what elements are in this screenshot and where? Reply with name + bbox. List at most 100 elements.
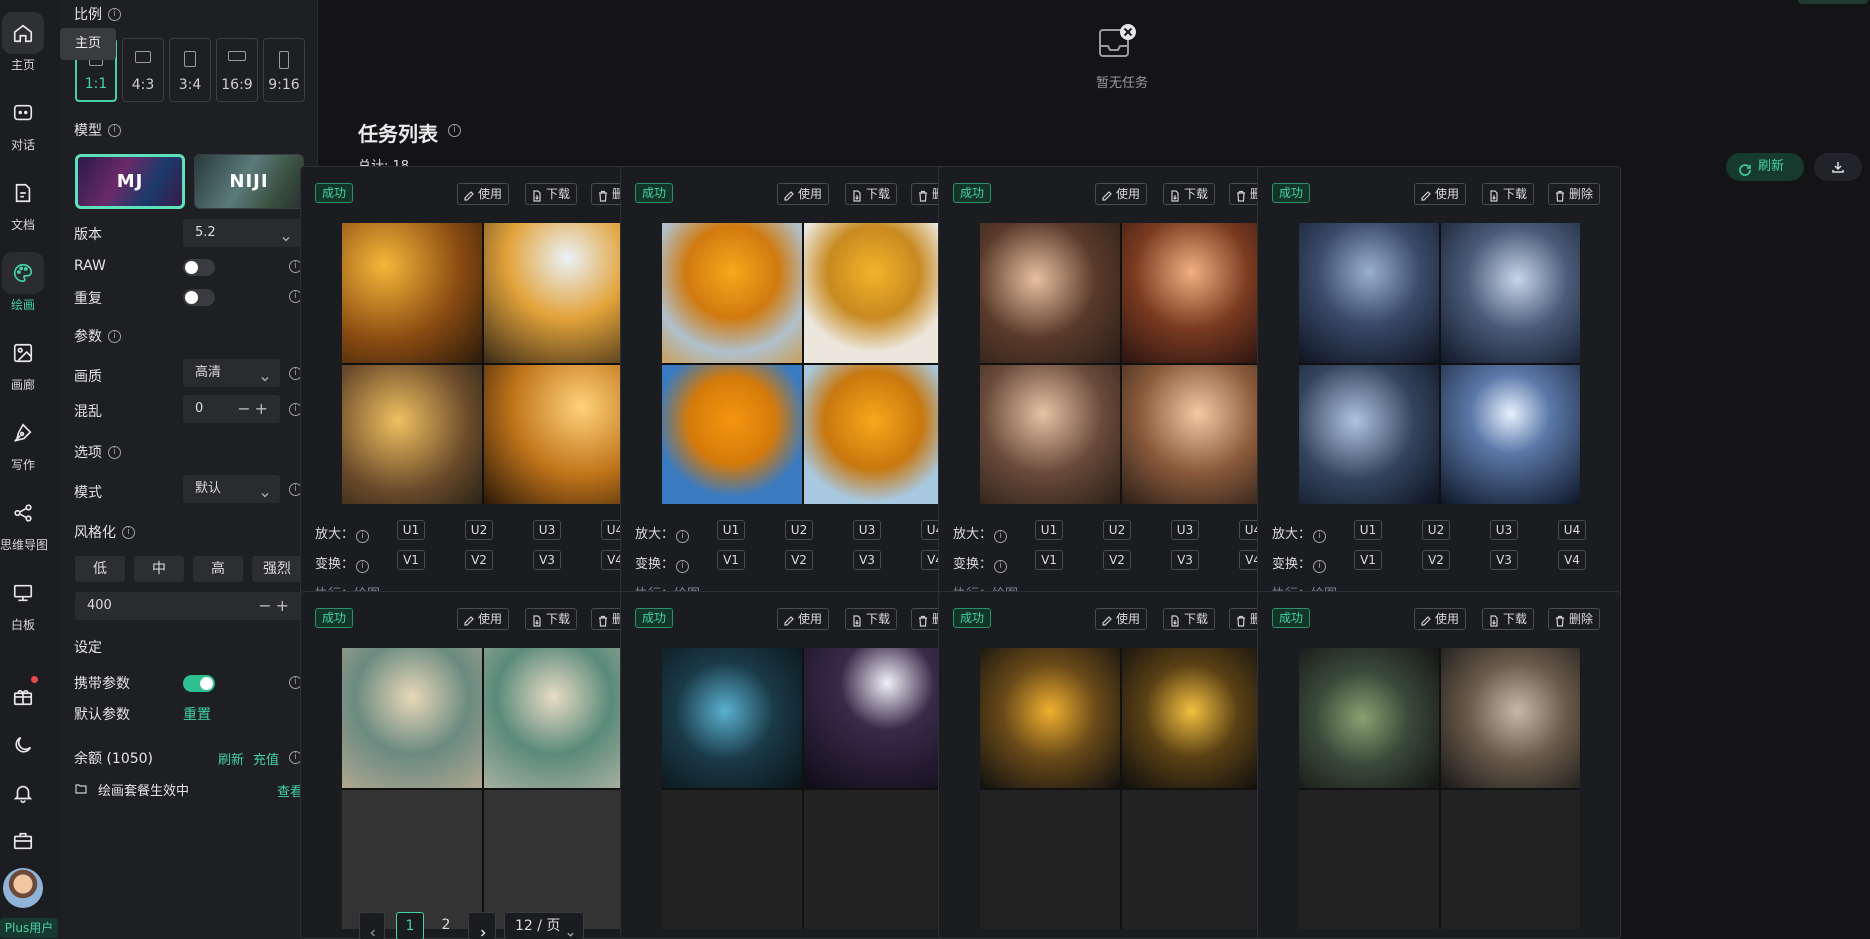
top-right-button-edge[interactable] — [1798, 0, 1868, 4]
variation-V1-button[interactable]: V1 — [1035, 550, 1063, 570]
stylize-low-button[interactable]: 低 — [75, 556, 125, 582]
variation-V1-button[interactable]: V1 — [717, 550, 745, 570]
generated-image-grid[interactable] — [342, 648, 623, 929]
bell-icon[interactable] — [12, 782, 34, 804]
ratio-option-16-9[interactable]: 16:9 — [216, 38, 258, 102]
info-icon[interactable]: i — [994, 560, 1008, 573]
download-button[interactable]: 下载 — [1163, 183, 1216, 205]
upscale-U3-button[interactable]: U3 — [533, 520, 561, 540]
gift-icon[interactable] — [12, 685, 34, 707]
stylize-high-button[interactable]: 高 — [193, 556, 243, 582]
page-2-button[interactable]: 2 — [432, 912, 460, 939]
variation-V1-button[interactable]: V1 — [1354, 550, 1382, 570]
info-icon[interactable]: i — [108, 445, 121, 459]
moon-icon[interactable] — [12, 734, 34, 756]
nav-item-document[interactable]: 文档 — [0, 172, 46, 233]
version-select[interactable]: 5.2 — [183, 219, 301, 247]
raw-toggle[interactable] — [183, 259, 215, 276]
generated-image-grid[interactable] — [980, 648, 1261, 929]
variation-V2-button[interactable]: V2 — [465, 550, 493, 570]
download-button[interactable]: 下载 — [525, 183, 578, 205]
use-button[interactable]: 使用 — [1095, 608, 1148, 630]
info-icon[interactable]: i — [356, 530, 370, 543]
nav-item-writing[interactable]: 写作 — [0, 412, 46, 473]
generated-image-grid[interactable] — [1299, 223, 1580, 504]
stepper-controls[interactable]: −+ — [258, 592, 293, 620]
download-button[interactable]: 下载 — [1482, 183, 1535, 205]
generated-image-grid[interactable] — [662, 223, 943, 504]
ratio-option-4-3[interactable]: 4:3 — [122, 38, 164, 102]
quality-select[interactable]: 高清 — [183, 359, 280, 387]
info-icon[interactable]: i — [108, 329, 121, 343]
upscale-U4-button[interactable]: U4 — [1558, 520, 1586, 540]
model-option-niji[interactable]: NIJI — [194, 154, 304, 209]
download-button[interactable]: 下载 — [845, 608, 898, 630]
nav-item-home[interactable]: 主页 — [0, 12, 46, 73]
upscale-U1-button[interactable]: U1 — [1035, 520, 1063, 540]
stylize-strong-button[interactable]: 强烈 — [252, 556, 302, 582]
repeat-toggle[interactable] — [183, 289, 215, 306]
chaos-stepper[interactable]: 0 −+ — [183, 395, 280, 423]
generated-image-grid[interactable] — [662, 648, 943, 929]
info-icon[interactable]: i — [448, 124, 461, 137]
use-button[interactable]: 使用 — [777, 183, 830, 205]
variation-V2-button[interactable]: V2 — [1422, 550, 1450, 570]
variation-V3-button[interactable]: V3 — [1490, 550, 1518, 570]
info-icon[interactable]: i — [676, 530, 690, 543]
variation-V1-button[interactable]: V1 — [397, 550, 425, 570]
download-button[interactable]: 下载 — [1482, 608, 1535, 630]
use-button[interactable]: 使用 — [457, 608, 510, 630]
stylize-value-stepper[interactable]: 400 −+ — [75, 592, 301, 620]
info-icon[interactable]: i — [994, 530, 1008, 543]
info-icon[interactable]: i — [108, 7, 121, 21]
upscale-U2-button[interactable]: U2 — [1103, 520, 1131, 540]
nav-item-drawing[interactable]: 绘画 — [0, 252, 46, 313]
model-option-mj[interactable]: MJ — [75, 154, 185, 209]
upscale-U1-button[interactable]: U1 — [717, 520, 745, 540]
download-button[interactable]: 下载 — [1163, 608, 1216, 630]
ratio-option-9-16[interactable]: 9:16 — [263, 38, 305, 102]
nav-item-mindmap[interactable]: 思维导图 — [0, 492, 48, 553]
prev-page-button[interactable] — [359, 912, 385, 939]
info-icon[interactable]: i — [108, 123, 121, 137]
ratio-option-3-4[interactable]: 3:4 — [169, 38, 211, 102]
balance-refresh-link[interactable]: 刷新 — [218, 749, 244, 768]
next-page-button[interactable] — [468, 912, 496, 939]
upscale-U2-button[interactable]: U2 — [785, 520, 813, 540]
generated-image-grid[interactable] — [980, 223, 1261, 504]
generated-image-grid[interactable] — [1299, 648, 1580, 929]
stepper-controls[interactable]: −+ — [237, 395, 272, 423]
mode-select[interactable]: 默认 — [183, 475, 280, 503]
nav-item-gallery[interactable]: 画廊 — [0, 332, 46, 393]
variation-V3-button[interactable]: V3 — [533, 550, 561, 570]
use-button[interactable]: 使用 — [1095, 183, 1148, 205]
variation-V4-button[interactable]: V4 — [1558, 550, 1586, 570]
nav-item-whiteboard[interactable]: 白板 — [0, 572, 46, 633]
download-button[interactable]: 下载 — [525, 608, 578, 630]
delete-button[interactable]: 删除 — [1548, 183, 1601, 205]
balance-recharge-link[interactable]: 充值 — [253, 749, 279, 768]
upscale-U2-button[interactable]: U2 — [1422, 520, 1450, 540]
upscale-U3-button[interactable]: U3 — [1490, 520, 1518, 540]
reset-params-link[interactable]: 重置 — [183, 704, 211, 724]
variation-V3-button[interactable]: V3 — [853, 550, 881, 570]
info-icon[interactable]: i — [122, 525, 135, 539]
use-button[interactable]: 使用 — [777, 608, 830, 630]
variation-V3-button[interactable]: V3 — [1171, 550, 1199, 570]
generated-image-grid[interactable] — [342, 223, 623, 504]
briefcase-icon[interactable] — [12, 830, 34, 852]
avatar[interactable] — [3, 868, 43, 908]
nav-item-chat[interactable]: 对话 — [0, 92, 46, 153]
export-button[interactable] — [1814, 153, 1862, 181]
refresh-button[interactable]: 刷新 — [1726, 153, 1804, 181]
use-button[interactable]: 使用 — [1414, 183, 1467, 205]
variation-V2-button[interactable]: V2 — [1103, 550, 1131, 570]
info-icon[interactable]: i — [1313, 530, 1327, 543]
page-size-select[interactable]: 12 / 页 — [504, 912, 584, 939]
carry-params-toggle[interactable] — [183, 675, 215, 692]
use-button[interactable]: 使用 — [457, 183, 510, 205]
upscale-U3-button[interactable]: U3 — [1171, 520, 1199, 540]
use-button[interactable]: 使用 — [1414, 608, 1467, 630]
info-icon[interactable]: i — [1313, 560, 1327, 573]
delete-button[interactable]: 删除 — [1548, 608, 1601, 630]
